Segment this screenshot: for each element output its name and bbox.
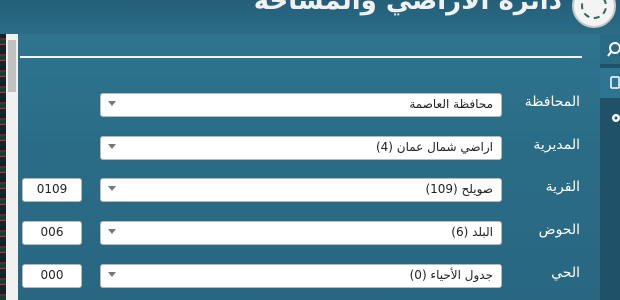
basin-code-field[interactable]: 006	[22, 221, 82, 245]
sidebar-item-search[interactable]	[600, 34, 620, 64]
chevron-down-icon	[108, 229, 116, 234]
sidebar-item-document[interactable]	[600, 68, 620, 98]
neighborhood-code-field[interactable]: 000	[22, 264, 82, 288]
location-icon	[612, 114, 620, 122]
chevron-down-icon	[108, 186, 116, 191]
neighborhood-select[interactable]: جدول الأحياء (0)	[100, 264, 502, 288]
directorate-select[interactable]: اراضي شمال عمان (4)	[100, 136, 502, 160]
header-banner: دائرة الأراضي والمساحة	[0, 0, 620, 34]
scrollbar-thumb[interactable]	[8, 40, 16, 92]
sidebar	[600, 34, 620, 300]
directorate-value: اراضي شمال عمان (4)	[375, 140, 493, 154]
chevron-down-icon	[108, 144, 116, 149]
neighborhood-value: جدول الأحياء (0)	[409, 268, 493, 282]
basin-value: البلد (6)	[451, 225, 493, 239]
department-logo	[572, 0, 616, 28]
neighborhood-code: 000	[40, 268, 64, 282]
village-code: 0109	[36, 182, 68, 196]
chevron-down-icon	[108, 101, 116, 106]
basin-select[interactable]: البلد (6)	[100, 221, 502, 245]
header-title: دائرة الأراضي والمساحة	[253, 0, 562, 16]
governorate-select[interactable]: محافظة العاصمة	[100, 93, 502, 117]
basin-code: 006	[40, 225, 64, 239]
sidebar-item-location[interactable]	[600, 104, 620, 134]
search-icon	[607, 42, 620, 57]
village-select[interactable]: صويلح (109)	[100, 178, 502, 202]
village-value: صويلح (109)	[425, 182, 493, 196]
document-icon	[610, 76, 620, 89]
village-code-field[interactable]: 0109	[22, 178, 82, 202]
panel-divider	[20, 56, 582, 58]
chevron-down-icon	[108, 272, 116, 277]
governorate-value: محافظة العاصمة	[409, 97, 493, 111]
